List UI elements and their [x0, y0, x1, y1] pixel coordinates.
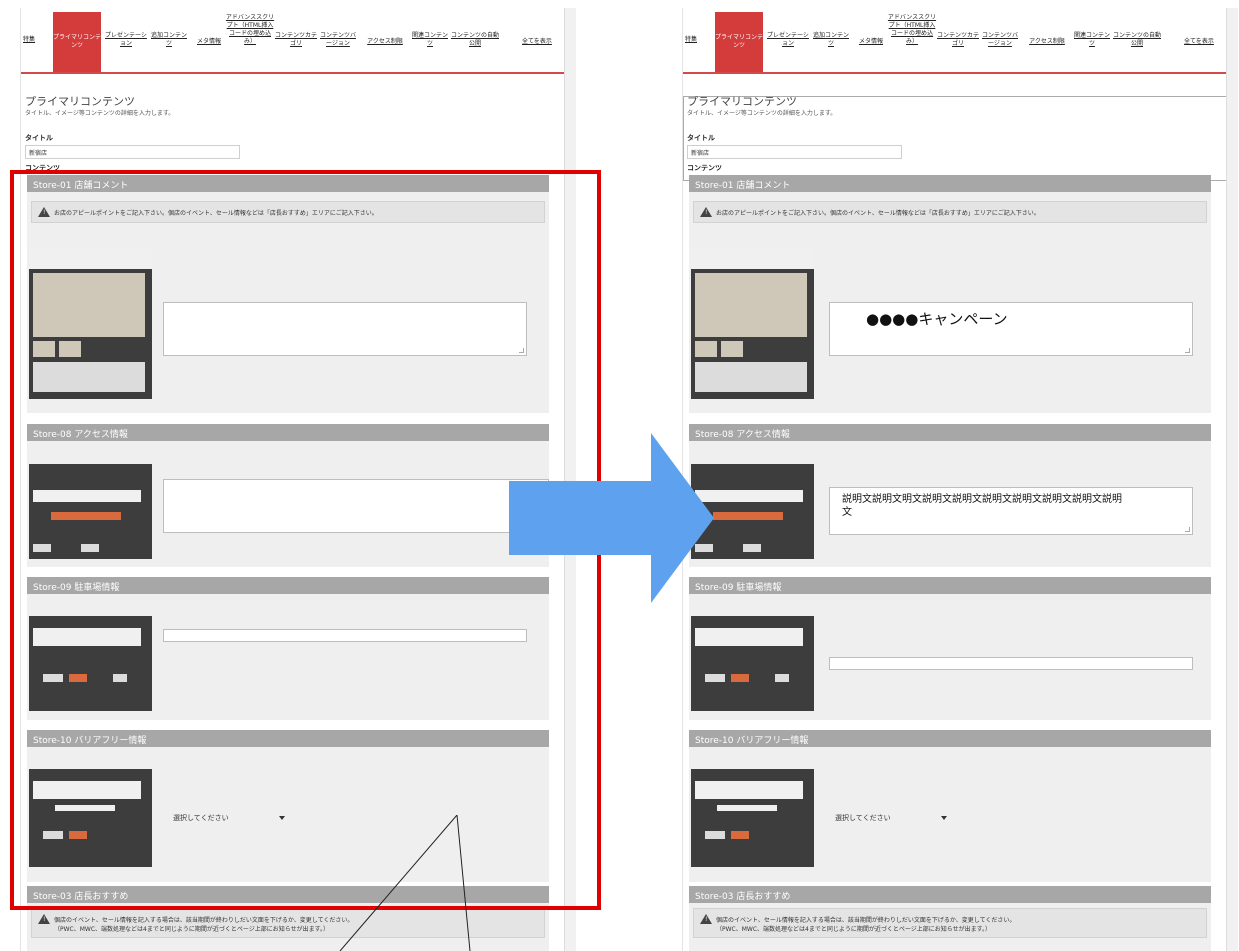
tab-access-restriction[interactable]: アクセス制限 [359, 38, 411, 46]
tab-show-all[interactable]: 全てを表示 [517, 38, 557, 46]
tab-show-all[interactable]: 全てを表示 [1179, 38, 1219, 46]
scrollbar[interactable] [1226, 8, 1238, 951]
page-subtitle: タイトル、イメージ等コンテンツの詳細を入力します。 [687, 110, 837, 117]
store08-access-value: 説明文説明文明文説明文説明文説明文説明文説明文説明文説明文 [842, 494, 1122, 518]
chevron-down-icon [941, 816, 947, 820]
right-arrow-icon [509, 433, 714, 603]
tab-auto-publish[interactable]: コンテンツの自動公開 [449, 32, 501, 48]
section-store03: 個店のイベント、セール情報を記入する場合は、該当期間が終わりしだい文面を下げるか… [689, 903, 1211, 951]
tab-meta-info[interactable]: メタ情報 [189, 38, 229, 46]
tab-primary-content[interactable]: プライマリコンテンツ [53, 12, 101, 72]
tab-bar: 特集 プライマリコンテンツ プレゼンテーション 追加コンテンツ メタ情報 アドバ… [21, 8, 564, 74]
store08-access-textarea[interactable]: 説明文説明文明文説明文説明文説明文説明文説明文説明文説明文 [829, 487, 1193, 535]
section-store01: お店のアピールポイントをご記入下さい。個店のイベント、セール情報などは「店長おす… [689, 192, 1211, 413]
tab-primary-content[interactable]: プライマリコンテンツ [715, 12, 763, 72]
section-store10: 選択してください [689, 747, 1211, 882]
store01-comment-value: ●●●●キャンペーン [866, 310, 1008, 328]
store10-select-value: 選択してください [835, 814, 891, 822]
resize-grip-icon[interactable] [1185, 527, 1190, 532]
store01-notice-text: お店のアピールポイントをご記入下さい。個店のイベント、セール情報などは「店長おす… [716, 210, 1040, 217]
store03-notice-line2: （PWC、MWC、端数処理などは4までと同じように期間が近づくとページ上部にお知… [716, 926, 992, 933]
page-subtitle: タイトル、イメージ等コンテンツの詳細を入力します。 [25, 110, 175, 117]
store09-parking-input[interactable] [829, 657, 1193, 670]
panel-after: 特集 プライマリコンテンツ プレゼンテーション 追加コンテンツ メタ情報 アドバ… [682, 8, 1238, 951]
tab-additional-content[interactable]: 追加コンテンツ [149, 32, 189, 48]
tab-feature[interactable]: 特集 [23, 36, 35, 44]
section-store09 [689, 594, 1211, 720]
tab-presentation[interactable]: プレゼンテーション [765, 32, 811, 48]
tab-presentation[interactable]: プレゼンテーション [103, 32, 149, 48]
tab-related-content[interactable]: 関連コンテンツ [1073, 32, 1111, 48]
section-store10-header: Store-10 バリアフリー情報 [689, 730, 1211, 747]
page-title: プライマリコンテンツ [25, 95, 135, 108]
store01-notice: お店のアピールポイントをご記入下さい。個店のイベント、セール情報などは「店長おす… [693, 201, 1207, 223]
title-input[interactable]: 新宿店 [25, 145, 240, 159]
resize-grip-icon[interactable] [1185, 348, 1190, 353]
tab-content-version[interactable]: コンテンツバージョン [979, 32, 1021, 48]
tab-content-version[interactable]: コンテンツバージョン [317, 32, 359, 48]
section-store09-header: Store-09 駐車場情報 [689, 577, 1211, 594]
store03-notice: 個店のイベント、セール情報を記入する場合は、該当期間が終わりしだい文面を下げるか… [693, 908, 1207, 938]
callout-pointer [339, 815, 471, 951]
content-label: コンテンツ [687, 164, 722, 172]
section-store01-header: Store-01 店舗コメント [689, 175, 1211, 192]
tab-advanced-script[interactable]: アドバンススクリプト（HTML挿入コードの埋め込み） [887, 14, 937, 46]
tab-related-content[interactable]: 関連コンテンツ [411, 32, 449, 48]
store03-notice-line1: 個店のイベント、セール情報を記入する場合は、該当期間が終わりしだい文面を下げるか… [716, 917, 1016, 924]
tab-additional-content[interactable]: 追加コンテンツ [811, 32, 851, 48]
store10-preview-image [691, 769, 814, 867]
tab-bar: 特集 プライマリコンテンツ プレゼンテーション 追加コンテンツ メタ情報 アドバ… [683, 8, 1226, 74]
warning-icon [700, 914, 712, 924]
title-input[interactable]: 新宿店 [687, 145, 902, 159]
title-label: タイトル [687, 134, 715, 142]
tab-auto-publish[interactable]: コンテンツの自動公開 [1111, 32, 1163, 48]
section-store08-header: Store-08 アクセス情報 [689, 424, 1211, 441]
tab-advanced-script[interactable]: アドバンススクリプト（HTML挿入コードの埋め込み） [225, 14, 275, 46]
tab-content-category[interactable]: コンテンツカテゴリ [275, 32, 317, 48]
tab-access-restriction[interactable]: アクセス制限 [1021, 38, 1073, 46]
warning-icon [38, 914, 50, 924]
store01-preview-image [691, 247, 814, 399]
tab-content-category[interactable]: コンテンツカテゴリ [937, 32, 979, 48]
tab-feature[interactable]: 特集 [685, 36, 697, 44]
page-title: プライマリコンテンツ [687, 95, 797, 108]
tab-meta-info[interactable]: メタ情報 [851, 38, 891, 46]
store10-barrierfree-select[interactable]: 選択してください [835, 813, 947, 825]
section-store08: 説明文説明文明文説明文説明文説明文説明文説明文説明文説明文 [689, 441, 1211, 567]
warning-icon [700, 207, 712, 217]
section-store03-header: Store-03 店長おすすめ [689, 886, 1211, 903]
title-label: タイトル [25, 134, 53, 142]
store01-comment-textarea[interactable]: ●●●●キャンペーン [829, 302, 1193, 356]
store09-preview-image [691, 616, 814, 711]
